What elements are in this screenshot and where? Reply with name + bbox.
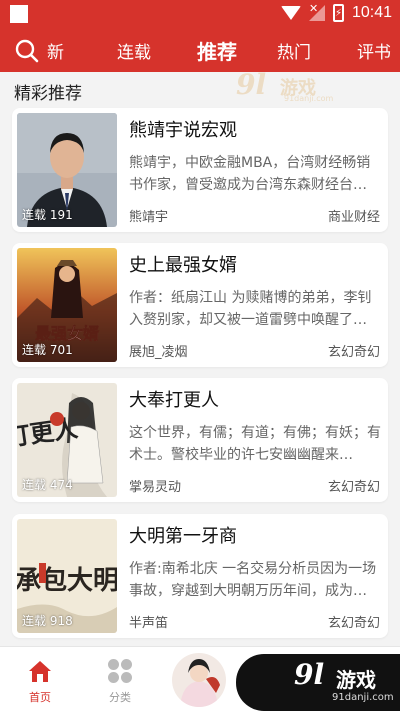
home-label: 首页 xyxy=(29,691,51,704)
serial-status: 连载 918 xyxy=(22,614,73,628)
no-signal-icon xyxy=(308,2,325,21)
book-cover: 承包大明 连载 918 xyxy=(17,519,117,633)
book-description: 作者：纸扇江山 为赎赌博的弟弟，李钊入赘别家，却又被一道雷劈中唤醒了… xyxy=(129,290,372,328)
book-category: 玄幻奇幻 xyxy=(327,480,380,495)
status-bar: ⚡ 10:41 xyxy=(0,0,400,28)
serial-status: 连载 474 xyxy=(22,478,73,492)
tab-new[interactable]: 新 xyxy=(47,38,64,63)
book-description: 这个世界，有儒；有道；有佛；有妖；有术士。警校毕业的许七安幽幽醒来… xyxy=(129,425,381,463)
book-category: 玄幻奇幻 xyxy=(327,616,380,631)
book-category: 商业财经 xyxy=(327,210,380,225)
book-card[interactable]: 最强女婿 连载 701 史上最强女婿 作者：纸扇江山 为赎赌博的弟弟，李钊入赘别… xyxy=(12,243,388,367)
section-title: 精彩推荐 xyxy=(14,84,82,104)
home-button[interactable]: 首页 xyxy=(20,657,60,707)
book-title: 史上最强女婿 xyxy=(129,255,237,276)
book-card[interactable]: 打更人 连载 474 大奉打更人 这个世界，有儒；有道；有佛；有妖；有术士。警校… xyxy=(12,378,388,502)
category-icon xyxy=(108,659,132,683)
svg-text:承包大明: 承包大明 xyxy=(17,565,117,596)
featured-avatar[interactable] xyxy=(170,651,228,709)
category-button[interactable]: 分类 xyxy=(100,657,140,707)
book-author: 掌易灵动 xyxy=(129,480,182,495)
book-cover: 最强女婿 连载 701 xyxy=(17,248,117,362)
status-time: 10:41 xyxy=(351,4,392,21)
serial-status: 连载 191 xyxy=(22,208,73,222)
book-description: 作者:南希北庆 一名交易分析员因为一场事故，穿越到大明朝万历年间，成为… xyxy=(129,561,377,599)
book-title: 大明第一牙商 xyxy=(129,526,237,547)
book-card[interactable]: 连载 191 熊靖宇说宏观 熊靖宇，中欧金融MBA，台湾财经畅销书作家，曾受邀成… xyxy=(12,108,388,232)
book-author: 熊靖宇 xyxy=(129,210,169,225)
book-author: 展旭_凌烟 xyxy=(129,345,188,360)
tab-storytelling[interactable]: 评书 xyxy=(357,38,391,63)
top-nav: 新 连载 推荐 热门 评书 xyxy=(0,28,400,72)
brand-logo: 9l 游戏 91danji.com xyxy=(236,654,400,711)
book-title: 大奉打更人 xyxy=(129,390,219,411)
book-description: 熊靖宇，中欧金融MBA，台湾财经畅销书作家，曾受邀成为台湾东森财经台… xyxy=(129,155,371,193)
category-label: 分类 xyxy=(109,691,131,704)
tab-recommend[interactable]: 推荐 xyxy=(197,36,237,65)
tab-hot[interactable]: 热门 xyxy=(277,38,311,63)
home-icon xyxy=(29,661,51,682)
serial-status: 连载 701 xyxy=(22,343,73,357)
search-icon[interactable] xyxy=(15,39,39,63)
watermark-logo: 9l 游戏 91danji.com xyxy=(236,68,334,103)
notification-icon xyxy=(10,5,28,23)
wifi-icon xyxy=(280,6,301,20)
battery-charging-icon: ⚡ xyxy=(332,4,344,22)
book-cover: 打更人 连载 474 xyxy=(17,383,117,497)
book-category: 玄幻奇幻 xyxy=(327,345,380,360)
book-title: 熊靖宇说宏观 xyxy=(129,120,237,141)
book-author: 半声笛 xyxy=(129,616,169,631)
tab-serial[interactable]: 连载 xyxy=(117,38,151,63)
book-cover: 连载 191 xyxy=(17,113,117,227)
book-card[interactable]: 承包大明 连载 918 大明第一牙商 作者:南希北庆 一名交易分析员因为一场事故… xyxy=(12,514,388,638)
